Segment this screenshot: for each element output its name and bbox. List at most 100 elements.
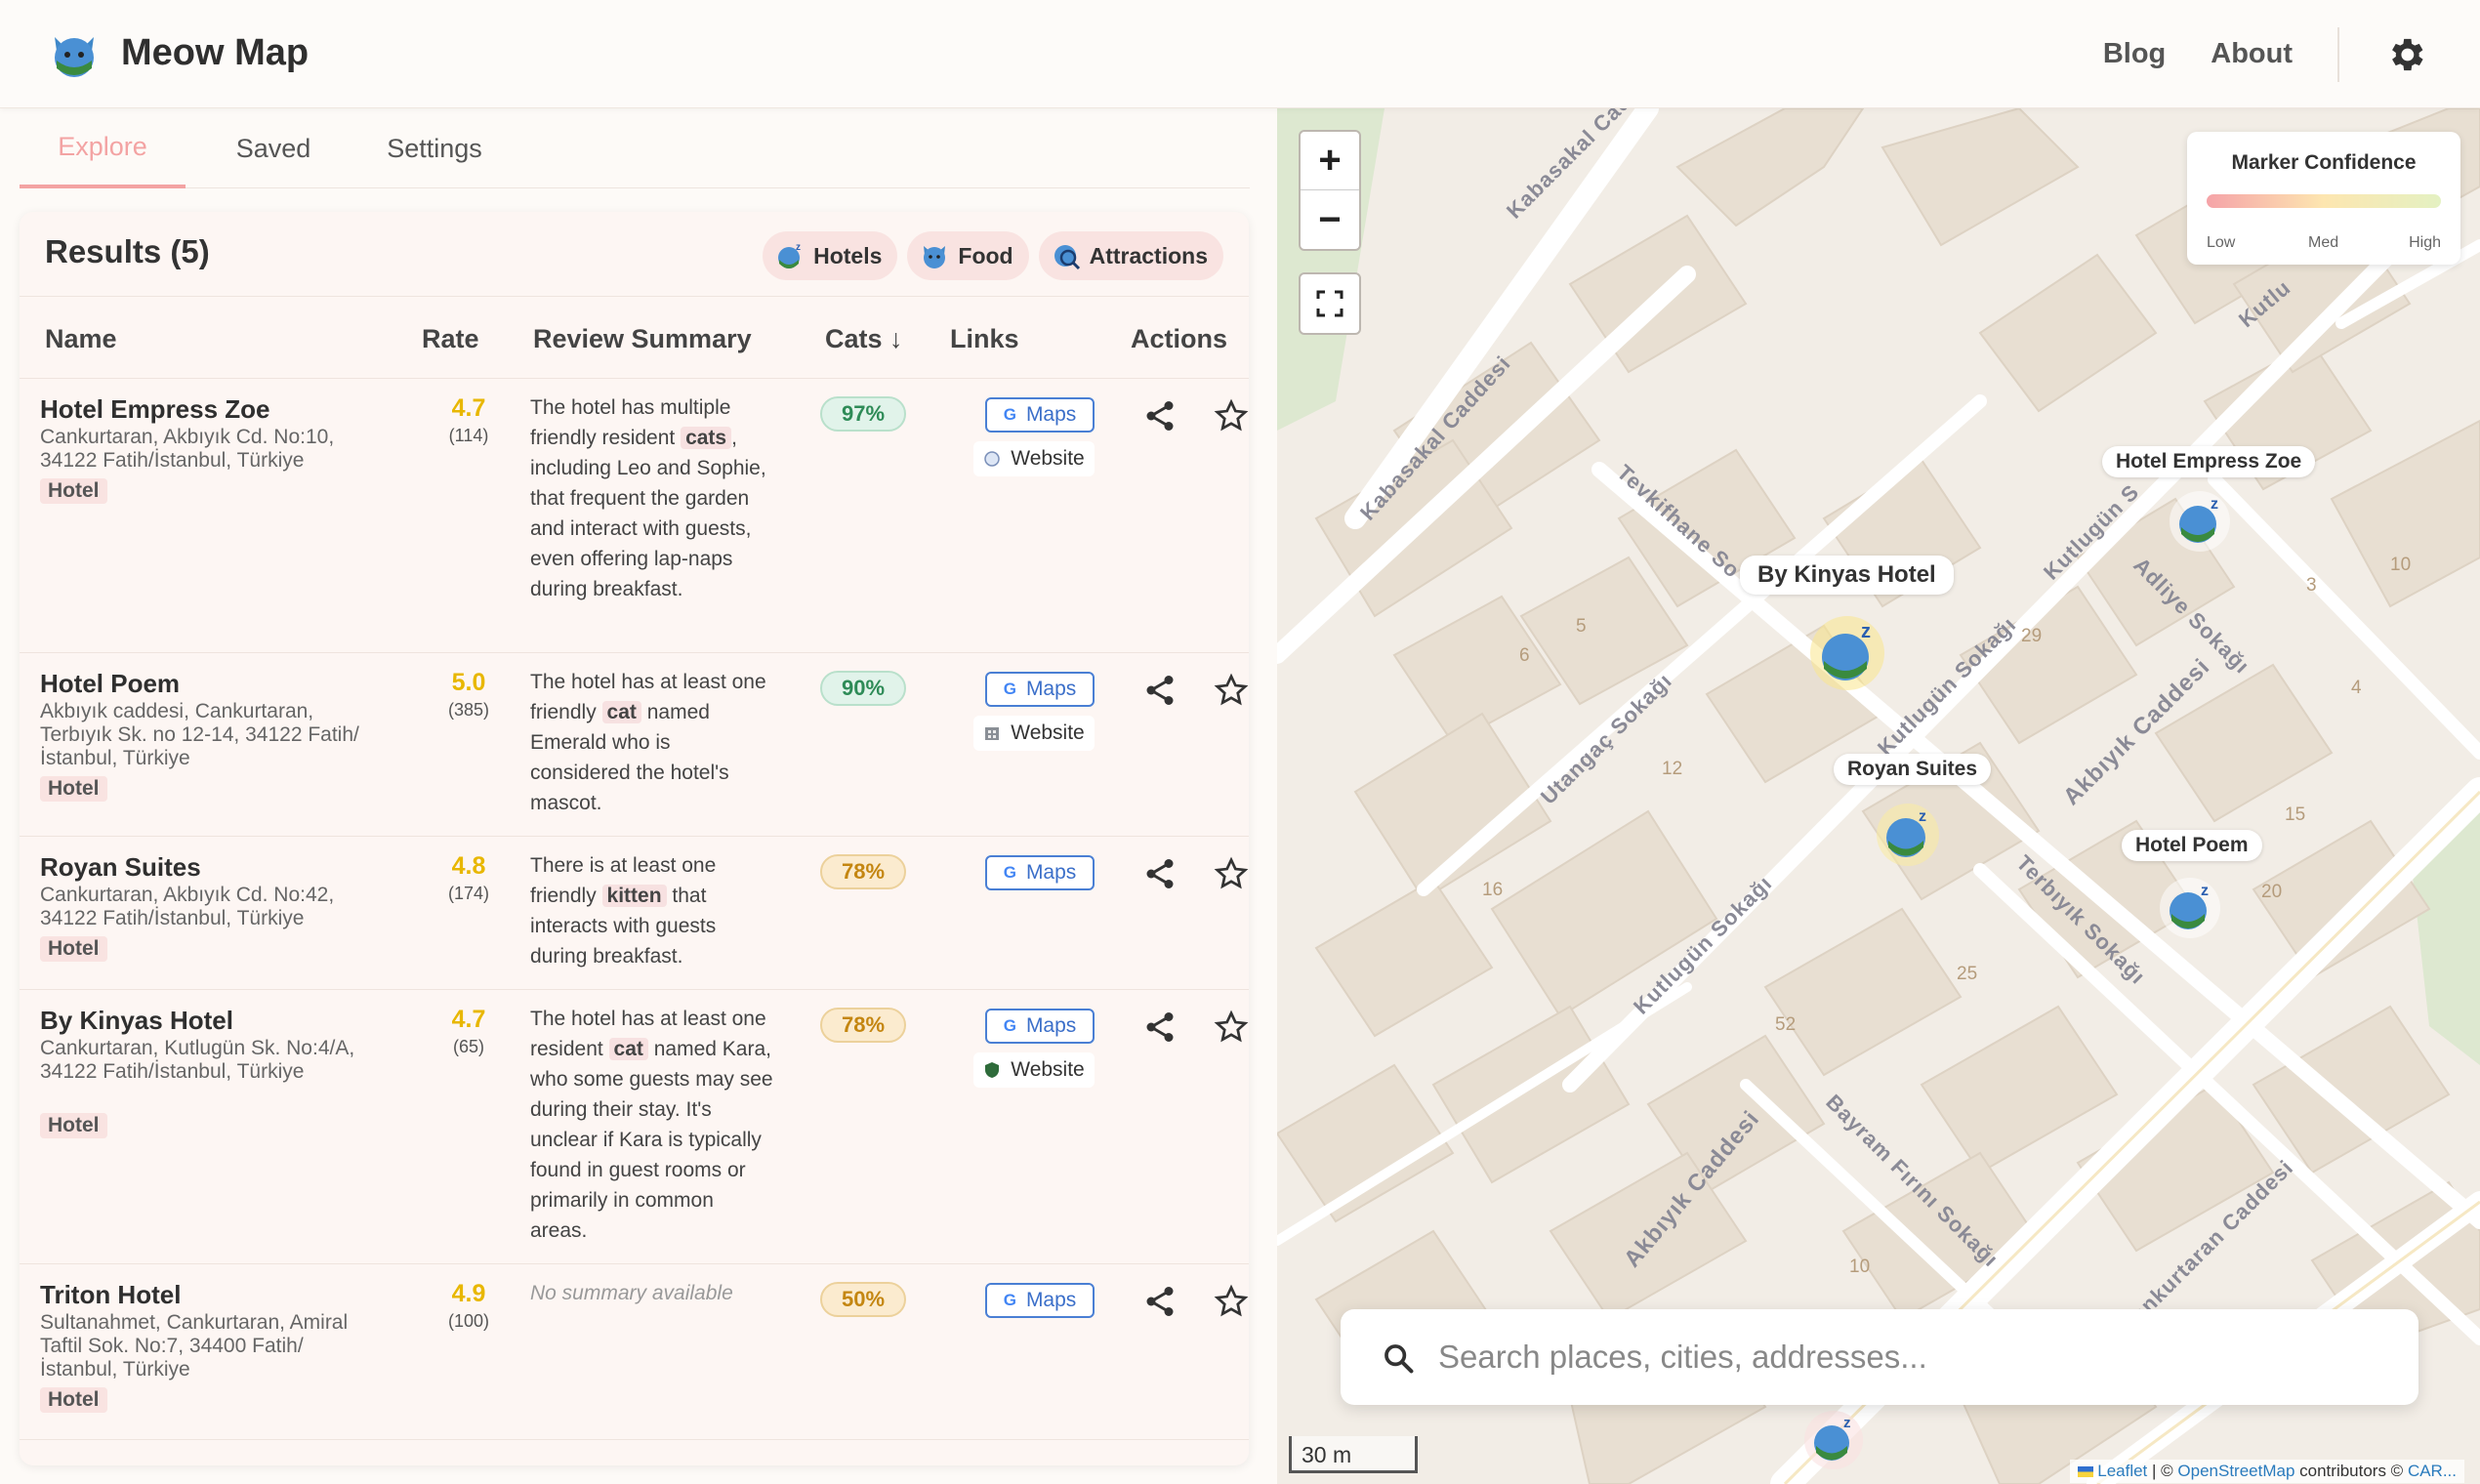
hotel-name[interactable]: Hotel Poem (40, 669, 180, 699)
house-number: 10 (2390, 555, 2412, 575)
legend-med: Med (2308, 234, 2339, 251)
brand[interactable]: Meow Map (47, 25, 309, 80)
table-row[interactable]: By Kinyas Hotel Cankurtaran, Kutlugün Sk… (20, 990, 1249, 1264)
top-nav: Blog About (2103, 0, 2480, 108)
star-icon[interactable] (1214, 856, 1249, 891)
website-link[interactable]: Website (973, 716, 1095, 751)
table-row[interactable]: Triton Hotel Sultanahmet, Cankurtaran, A… (20, 1264, 1249, 1440)
fullscreen-icon (1316, 290, 1343, 317)
maps-link[interactable]: G Maps (985, 1283, 1095, 1318)
table-row[interactable]: Hotel Poem Akbıyık caddesi, Cankurtaran,… (20, 653, 1249, 837)
star-icon[interactable] (1214, 1010, 1249, 1045)
map-attribution: Leaflet | © OpenStreetMap contributors ©… (2070, 1460, 2464, 1483)
filter-attractions-label: Attractions (1089, 242, 1208, 268)
nav-divider (2337, 26, 2339, 82)
maps-link[interactable]: G Maps (985, 397, 1095, 433)
table-row[interactable]: Royan Suites Cankurtaran, Akbıyık Cd. No… (20, 837, 1249, 990)
cats-confidence-badge: 97% (820, 396, 906, 432)
marker-label-by-kinyas[interactable]: By Kinyas Hotel (1740, 556, 1954, 595)
zoom-control: + − (1299, 130, 1361, 251)
table-row[interactable]: Hotel Empress Zoe Cankurtaran, Akbıyık C… (20, 379, 1249, 653)
share-icon[interactable] (1142, 856, 1178, 891)
filter-hotels-chip[interactable]: z Hotels (763, 231, 898, 280)
hotel-name[interactable]: By Kinyas Hotel (40, 1006, 233, 1036)
star-icon[interactable] (1214, 398, 1249, 433)
hotel-marker-royan[interactable]: z (1877, 804, 1939, 866)
nav-blog-link[interactable]: Blog (2103, 38, 2166, 70)
tab-explore[interactable]: Explore (20, 108, 186, 188)
hotel-marker-by-kinyas[interactable]: z (1810, 616, 1884, 690)
google-icon: G (1003, 1291, 1016, 1309)
cat-face-icon (924, 246, 946, 268)
tab-settings[interactable]: Settings (361, 108, 508, 188)
review-summary: There is at least one friendly kitten th… (530, 854, 717, 968)
hotel-rating: 4.8 (451, 852, 486, 880)
review-summary: The hotel has at least one friendly cat … (530, 671, 766, 814)
app-title: Meow Map (121, 31, 310, 73)
fullscreen-button[interactable] (1299, 272, 1361, 335)
column-header-summary[interactable]: Review Summary (533, 324, 752, 354)
share-icon[interactable] (1142, 398, 1178, 433)
review-count: (385) (447, 700, 490, 720)
share-icon[interactable] (1142, 1010, 1178, 1045)
zoom-in-button[interactable]: + (1301, 132, 1359, 190)
hotel-name[interactable]: Hotel Empress Zoe (40, 394, 270, 425)
zoom-out-button[interactable]: − (1301, 190, 1359, 249)
search-input[interactable] (1438, 1331, 2376, 1383)
house-number: 6 (1519, 645, 1530, 666)
svg-text:z: z (2201, 883, 2209, 899)
svg-text:z: z (2211, 496, 2218, 513)
website-link[interactable]: Website (973, 1052, 1095, 1088)
shield-icon (985, 1062, 1000, 1078)
results-card: Results (5) z Hotels Food Attractions Na… (20, 212, 1249, 1465)
cat-logo-icon (55, 37, 94, 77)
share-icon[interactable] (1142, 1284, 1178, 1319)
marker-label-empress-zoe[interactable]: Hotel Empress Zoe (2102, 446, 2316, 477)
house-number: 12 (1662, 759, 1683, 779)
cat-keyword: cat (608, 1038, 648, 1060)
review-summary: The hotel has at least one resident cat … (530, 1008, 773, 1242)
gear-icon[interactable] (2384, 33, 2427, 76)
results-header: Results (5) z Hotels Food Attractions (20, 212, 1249, 297)
leaflet-link[interactable]: Leaflet (2097, 1462, 2147, 1480)
maps-link[interactable]: G Maps (985, 1009, 1095, 1044)
column-header-rate[interactable]: Rate (422, 324, 479, 354)
cat-keyword: kitten (601, 885, 667, 907)
map-tiles (1277, 108, 2480, 1484)
cat-magnifier-icon (1054, 245, 1080, 270)
column-header-cats[interactable]: Cats ↓ (825, 324, 903, 354)
marker-confidence-legend: Marker Confidence Low Med High (2187, 132, 2460, 265)
review-count: (65) (452, 1037, 484, 1056)
hotel-name[interactable]: Triton Hotel (40, 1280, 181, 1310)
hotel-marker-triton[interactable]: z (1804, 1411, 1863, 1469)
hotel-name[interactable]: Royan Suites (40, 852, 201, 883)
carto-link[interactable]: CAR... (2408, 1462, 2457, 1480)
map-view[interactable]: Kabasakal Caddesi Kabasakal Caddesi Tevk… (1277, 108, 2480, 1484)
hotel-marker-poem[interactable]: z (2160, 878, 2220, 938)
sleeping-cat-icon: z (778, 242, 801, 268)
marker-label-royan[interactable]: Royan Suites (1834, 754, 1992, 785)
filter-attractions-chip[interactable]: Attractions (1038, 231, 1223, 280)
star-icon[interactable] (1214, 673, 1249, 708)
app-header: Meow Map Blog About (0, 0, 2480, 108)
maps-link[interactable]: G Maps (985, 672, 1095, 707)
share-icon[interactable] (1142, 673, 1178, 708)
hotel-marker-empress-zoe[interactable]: z (2170, 491, 2230, 552)
marker-label-poem[interactable]: Hotel Poem (2122, 830, 2262, 861)
column-header-name[interactable]: Name (45, 324, 117, 354)
house-number: 15 (2285, 804, 2306, 825)
hotel-address: Sultanahmet, Cankurtaran, Amiral Taftil … (40, 1311, 349, 1381)
osm-link[interactable]: OpenStreetMap (2177, 1462, 2294, 1480)
hotel-rating: 4.9 (451, 1280, 486, 1307)
tab-saved[interactable]: Saved (205, 108, 342, 188)
website-link[interactable]: Website (973, 441, 1095, 476)
star-icon[interactable] (1214, 1284, 1249, 1319)
filter-food-chip[interactable]: Food (907, 231, 1029, 280)
cats-confidence-badge: 50% (820, 1282, 906, 1317)
maps-link[interactable]: G Maps (985, 855, 1095, 890)
search-icon (1385, 1344, 1414, 1374)
house-number: 52 (1775, 1014, 1797, 1035)
legend-gradient (2207, 194, 2441, 208)
review-count: (114) (448, 426, 489, 445)
nav-about-link[interactable]: About (2211, 38, 2293, 70)
